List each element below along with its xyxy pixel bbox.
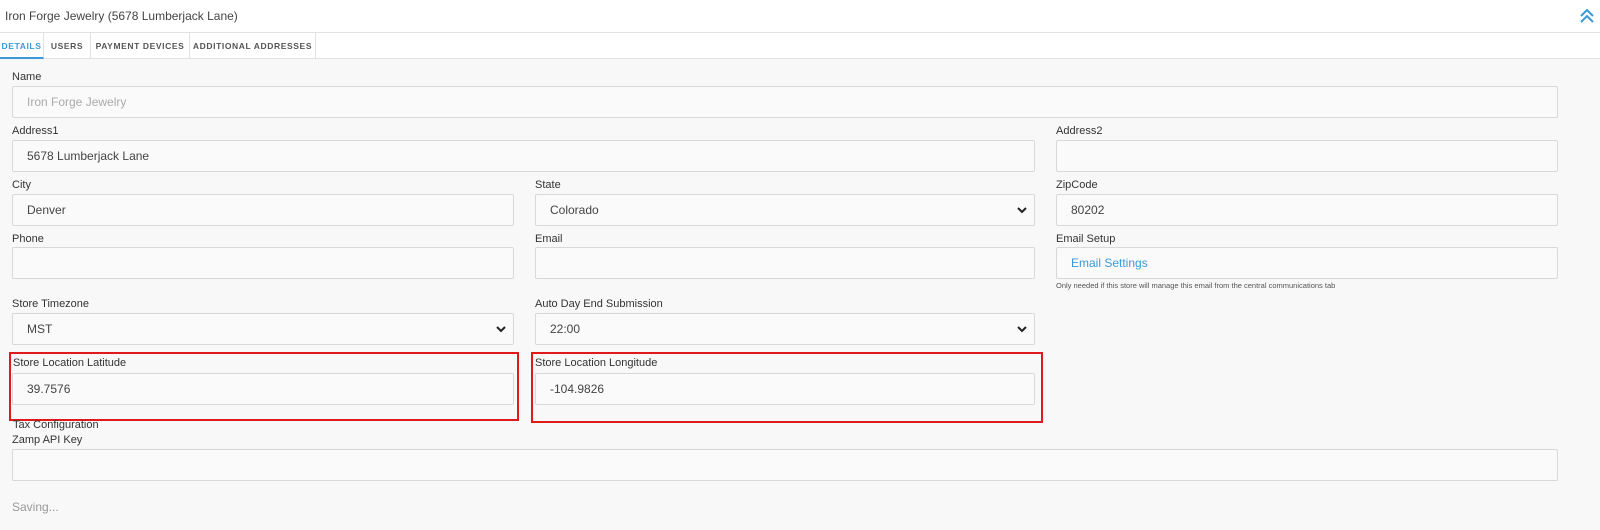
latitude-highlight-box [9,352,519,421]
timezone-value: MST [27,322,53,336]
name-label: Name [12,71,42,83]
city-label: City [12,179,31,191]
panel-header: Iron Forge Jewelry (5678 Lumberjack Lane… [0,0,1600,33]
chevron-down-icon [1017,326,1027,333]
day-end-value: 22:00 [550,322,581,336]
email-label: Email [535,233,563,245]
zipcode-field[interactable]: 80202 [1056,194,1558,226]
chevron-down-icon [1017,207,1027,214]
address2-label: Address2 [1056,125,1103,137]
address2-field[interactable] [1056,140,1558,172]
tab-payment-devices[interactable]: PAYMENT DEVICES [91,33,190,59]
timezone-select[interactable]: MST [12,313,514,345]
zipcode-label: ZipCode [1056,179,1098,191]
city-field[interactable]: Denver [12,194,514,226]
tab-details[interactable]: DETAILS [0,33,44,59]
zamp-label: Zamp API Key [12,434,83,446]
address1-label: Address1 [12,125,59,137]
saving-status: Saving... [12,500,59,514]
double-chevron-up-icon[interactable] [1578,6,1596,26]
longitude-highlight-box [531,352,1043,423]
phone-label: Phone [12,233,44,245]
state-label: State [535,179,561,191]
tab-additional-addresses[interactable]: ADDITIONAL ADDRESSES [190,33,316,59]
email-field[interactable] [535,247,1035,279]
tab-users[interactable]: USERS [44,33,91,59]
email-setup-label: Email Setup [1056,233,1116,245]
tab-bar: DETAILS USERS PAYMENT DEVICES ADDITIONAL… [0,33,1600,59]
zamp-api-key-field[interactable] [12,449,1558,481]
day-end-select[interactable]: 22:00 [535,313,1035,345]
tax-config-label: Tax Configuration [13,419,99,431]
timezone-label: Store Timezone [12,298,90,310]
phone-field[interactable] [12,247,514,279]
email-setup-hint: Only needed if this store will manage th… [1056,281,1336,290]
page-title: Iron Forge Jewelry (5678 Lumberjack Lane… [5,9,238,23]
state-select[interactable]: Colorado [535,194,1035,226]
chevron-down-icon [496,326,506,333]
address1-field[interactable]: 5678 Lumberjack Lane [12,140,1035,172]
day-end-label: Auto Day End Submission [535,298,663,310]
state-value: Colorado [550,203,599,217]
name-field[interactable]: Iron Forge Jewelry [12,86,1558,118]
email-settings-link[interactable]: Email Settings [1056,247,1558,279]
